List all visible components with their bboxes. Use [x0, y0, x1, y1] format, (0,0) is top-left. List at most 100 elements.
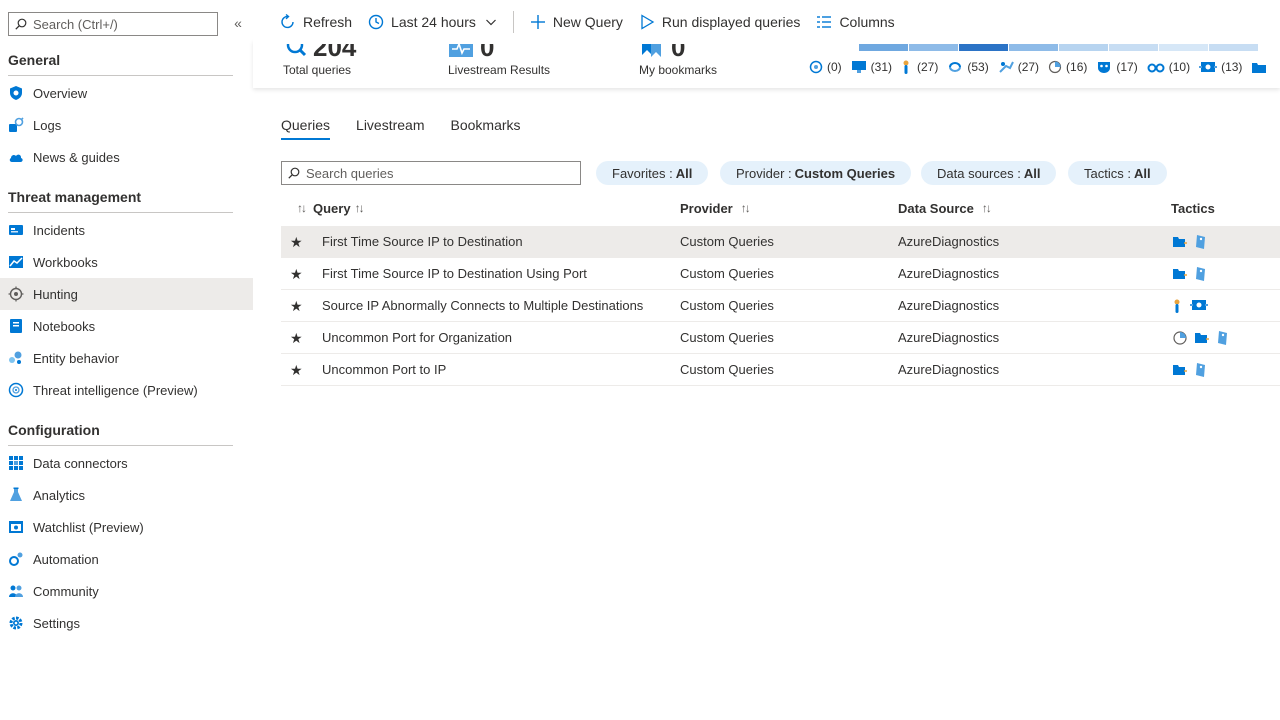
favorite-star-icon[interactable]: ★	[290, 362, 303, 379]
tactic-count-item[interactable]: (53)	[947, 60, 989, 74]
query-name[interactable]: First Time Source IP to Destination	[322, 234, 523, 249]
escalation-icon	[998, 61, 1014, 73]
sidebar-item-automation[interactable]: Automation	[0, 543, 253, 575]
search-queries-input[interactable]: Search queries	[281, 161, 581, 185]
sort-icon: ↑↓	[740, 201, 751, 215]
sidebar-search-input[interactable]: Search (Ctrl+/)	[8, 12, 218, 36]
column-header-label: Provider	[680, 200, 733, 216]
sidebar-item-notebooks[interactable]: Notebooks	[0, 310, 253, 342]
query-provider: Custom Queries	[680, 362, 774, 377]
tactic-count-item[interactable]: (27)	[998, 60, 1039, 74]
table-row[interactable]: ★ First Time Source IP to Destination Us…	[281, 258, 1280, 290]
tactic-count-item[interactable]: (13)	[1199, 60, 1242, 74]
timerange-dropdown[interactable]: Last 24 hours	[368, 8, 497, 36]
section-threat-management: Threat management	[8, 189, 233, 213]
tactic-count-item[interactable]: (17)	[1096, 60, 1138, 74]
tactic-count-item[interactable]: (31)	[851, 60, 892, 74]
query-name[interactable]: First Time Source IP to Destination Usin…	[322, 266, 587, 281]
sidebar-item-incidents[interactable]: Incidents	[0, 214, 253, 246]
watchlist-icon	[8, 519, 24, 535]
pointer-icon	[903, 60, 909, 74]
query-name[interactable]: Uncommon Port to IP	[322, 362, 446, 377]
sidebar-item-analytics[interactable]: Analytics	[0, 479, 253, 511]
query-name[interactable]: Source IP Abnormally Connects to Multipl…	[322, 298, 643, 313]
target-icon	[8, 286, 24, 302]
query-datasource: AzureDiagnostics	[898, 234, 1000, 249]
table-row[interactable]: ★ Uncommon Port for Organization Custom …	[281, 322, 1280, 354]
stats-strip: 204 Total queries 0 Livestream Results 0…	[253, 40, 1280, 88]
sidebar-item-entity-behavior[interactable]: Entity behavior	[0, 342, 253, 374]
sidebar-item-workbooks[interactable]: Workbooks	[0, 246, 253, 278]
sidebar-item-data-connectors[interactable]: Data connectors	[0, 447, 253, 479]
favorite-star-icon[interactable]: ★	[290, 330, 303, 347]
table-row[interactable]: ★ Source IP Abnormally Connects to Multi…	[281, 290, 1280, 322]
tab-bookmarks[interactable]: Bookmarks	[451, 117, 521, 140]
tactic-count-value: (31)	[870, 60, 893, 74]
sidebar-item-label: Analytics	[33, 487, 86, 503]
sort-icon: ↑↓	[981, 201, 992, 215]
sidebar-item-overview[interactable]: Overview	[0, 77, 253, 109]
tactic-count-item[interactable]: (16)	[1048, 60, 1087, 74]
tactic-count-item[interactable]: (27)	[901, 59, 938, 75]
column-header-label: Data Source	[898, 200, 974, 216]
sidebar-item-hunting[interactable]: Hunting	[0, 278, 253, 310]
sidebar-item-community[interactable]: Community	[0, 575, 253, 607]
column-header-provider[interactable]: Provider ↑↓	[680, 199, 751, 217]
radar-sweep-icon	[1048, 60, 1062, 74]
sidebar-item-settings[interactable]: Settings	[0, 607, 253, 639]
new-query-button[interactable]: New Query	[530, 8, 623, 36]
sidebar-item-label: News & guides	[33, 149, 120, 165]
sidebar-item-news[interactable]: News & guides	[0, 141, 253, 173]
column-header-tactics[interactable]: Tactics	[1171, 199, 1215, 217]
grid-icon	[8, 455, 24, 471]
refresh-button[interactable]: Refresh	[280, 8, 352, 36]
columns-label: Columns	[839, 14, 895, 30]
table-row[interactable]: ★ First Time Source IP to Destination Cu…	[281, 226, 1280, 258]
sidebar-search-placeholder: Search (Ctrl+/)	[33, 16, 118, 32]
network-icon	[1199, 62, 1218, 72]
tactic-count-value: (13)	[1221, 60, 1243, 74]
query-datasource: AzureDiagnostics	[898, 362, 1000, 377]
filter-label: Favorites :	[612, 165, 673, 181]
section-configuration: Configuration	[8, 422, 233, 446]
play-icon	[641, 14, 655, 30]
filter-tactics[interactable]: Tactics : All	[1068, 161, 1167, 185]
bookmark-tag-icon	[1218, 331, 1227, 345]
favorite-star-icon[interactable]: ★	[290, 266, 303, 283]
query-provider: Custom Queries	[680, 330, 774, 345]
bookmark-tag-icon	[1196, 363, 1205, 377]
livestream-label: Livestream Results	[448, 63, 551, 77]
tactic-count-item[interactable]	[1251, 60, 1271, 74]
query-name[interactable]: Uncommon Port for Organization	[322, 330, 512, 345]
filter-provider[interactable]: Provider : Custom Queries	[720, 161, 912, 185]
query-tactics	[1172, 330, 1236, 346]
collapse-sidebar-button[interactable]: «	[230, 15, 246, 31]
sidebar-item-threat-intelligence[interactable]: Threat intelligence (Preview)	[0, 374, 253, 406]
filter-favorites[interactable]: Favorites : All	[596, 161, 709, 185]
tab-queries[interactable]: Queries	[281, 117, 331, 140]
sort-icon: ↑↓	[297, 201, 307, 215]
table-row[interactable]: ★ Uncommon Port to IP Custom Queries Azu…	[281, 354, 1280, 386]
command-bar: Refresh Last 24 hours New Query Run disp…	[253, 0, 1280, 44]
columns-button[interactable]: Columns	[816, 8, 895, 36]
tactic-count-item[interactable]: (10)	[1147, 60, 1190, 74]
column-header-query[interactable]: ↑↓ Query ↑↓	[297, 199, 365, 217]
sidebar-item-logs[interactable]: Logs	[0, 109, 253, 141]
filter-value: All	[675, 165, 693, 181]
favorite-star-icon[interactable]: ★	[290, 234, 303, 251]
binoculars-icon	[1147, 63, 1165, 73]
radar-icon	[809, 60, 823, 74]
column-header-data-source[interactable]: Data Source ↑↓	[898, 199, 992, 217]
column-header-label: Tactics	[1171, 200, 1215, 216]
filter-label: Tactics :	[1084, 165, 1131, 181]
tab-livestream[interactable]: Livestream	[356, 117, 424, 140]
tactic-count-item[interactable]: (0)	[809, 60, 842, 74]
run-queries-button[interactable]: Run displayed queries	[639, 8, 800, 36]
timerange-label: Last 24 hours	[391, 14, 476, 30]
filter-data-sources[interactable]: Data sources : All	[921, 161, 1057, 185]
query-datasource: AzureDiagnostics	[898, 330, 1000, 345]
sidebar-item-label: Entity behavior	[33, 350, 119, 366]
sidebar-item-watchlist[interactable]: Watchlist (Preview)	[0, 511, 253, 543]
workbooks-icon	[8, 254, 24, 270]
favorite-star-icon[interactable]: ★	[290, 298, 303, 315]
